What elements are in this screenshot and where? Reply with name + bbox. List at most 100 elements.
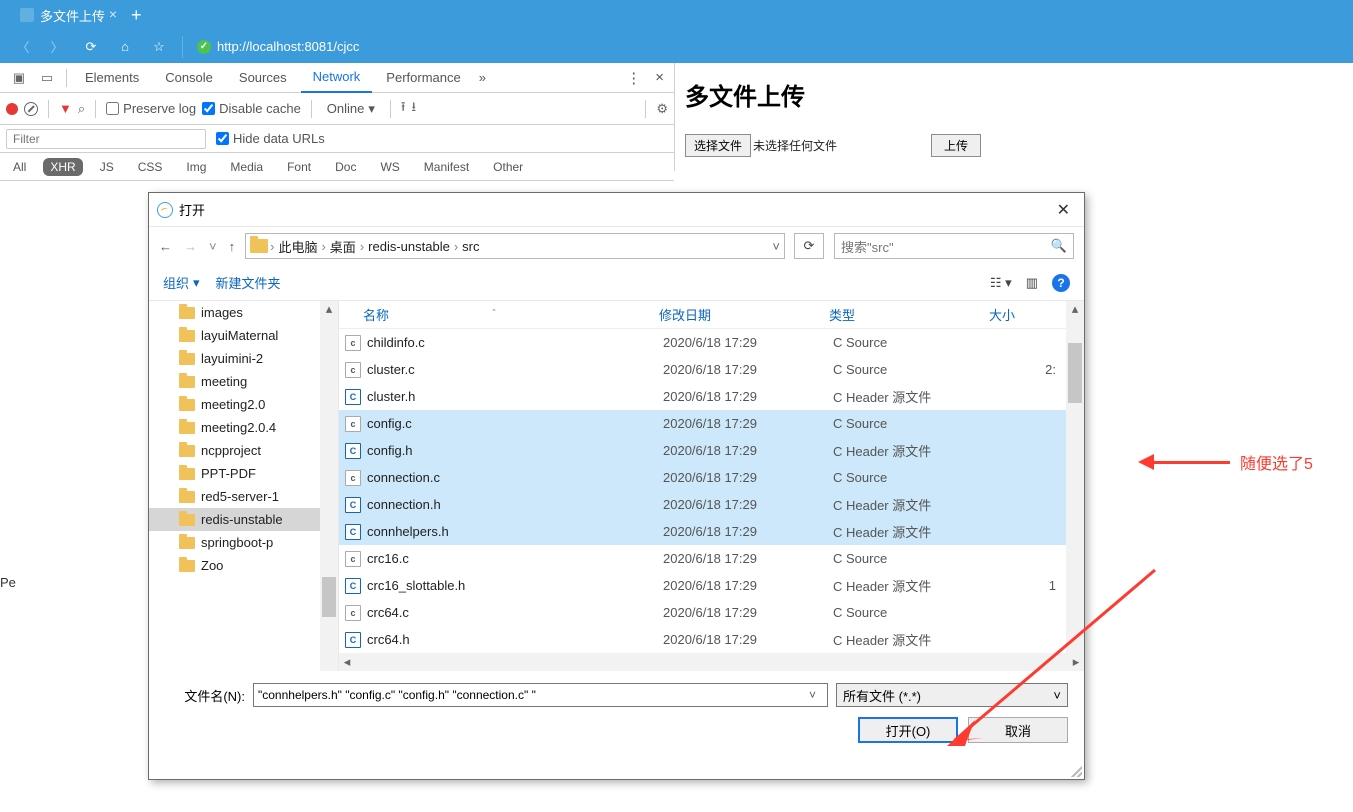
filter-icon[interactable]: ▼ — [59, 101, 72, 116]
clear-button[interactable] — [24, 102, 38, 116]
view-mode-button[interactable]: ☷ ▾ — [990, 275, 1012, 291]
filename-label: 文件名(N): — [165, 686, 245, 705]
folder-item[interactable]: layuimini-2 — [149, 347, 338, 370]
nav-back-icon[interactable]: ← — [159, 239, 172, 254]
nav-up-icon[interactable]: ↑ — [229, 239, 236, 254]
type-filter-all[interactable]: All — [6, 158, 33, 176]
throttling-select[interactable]: Online ▾ — [322, 98, 380, 120]
device-icon[interactable]: ▭ — [34, 64, 60, 92]
browser-tab[interactable]: 多文件上传 × — [12, 0, 123, 30]
reload-button[interactable]: ⟳ — [76, 32, 106, 62]
breadcrumb-bar[interactable]: › 此电脑› 桌面› redis-unstable› src ˅ — [245, 233, 785, 259]
file-row[interactable]: cconnection.c2020/6/18 17:29C Source — [339, 464, 1084, 491]
file-row[interactable]: ccluster.c2020/6/18 17:29C Source2: — [339, 356, 1084, 383]
forward-button[interactable]: 〉 — [42, 32, 72, 62]
file-row[interactable]: Cconnhelpers.h2020/6/18 17:29C Header 源文… — [339, 518, 1084, 545]
tab-elements[interactable]: Elements — [73, 63, 151, 93]
dialog-search-input[interactable]: 搜索"src" 🔍 — [834, 233, 1074, 259]
more-tabs-icon[interactable]: » — [479, 70, 486, 85]
scroll-thumb[interactable] — [322, 577, 336, 617]
dialog-close-icon[interactable]: ✕ — [1051, 198, 1076, 222]
type-filter-other[interactable]: Other — [486, 158, 530, 176]
choose-file-button[interactable]: 选择文件 — [685, 134, 751, 157]
folder-item[interactable]: red5-server-1 — [149, 485, 338, 508]
folder-icon — [179, 491, 195, 503]
resize-grip-icon[interactable] — [1068, 763, 1082, 777]
folder-icon — [179, 422, 195, 434]
ie-icon — [157, 202, 173, 218]
nav-forward-icon[interactable]: → — [184, 239, 197, 254]
network-toolbar: ▼ ⌕ Preserve log Disable cache Online ▾ … — [0, 93, 674, 125]
refresh-button[interactable]: ⟳ — [794, 233, 824, 259]
scroll-left-icon[interactable]: ◂ — [339, 654, 355, 670]
help-icon[interactable]: ? — [1052, 274, 1070, 292]
type-filter-css[interactable]: CSS — [131, 158, 170, 176]
address-bar[interactable]: ✓ http://localhost:8081/cjcc — [197, 39, 359, 54]
type-filter-js[interactable]: JS — [93, 158, 121, 176]
truncated-text: Pe — [0, 575, 16, 590]
favorite-button[interactable]: ☆ — [144, 32, 174, 62]
folder-item[interactable]: meeting2.0.4 — [149, 416, 338, 439]
type-filter-font[interactable]: Font — [280, 158, 318, 176]
tab-console[interactable]: Console — [153, 63, 225, 93]
type-filter-doc[interactable]: Doc — [328, 158, 363, 176]
tab-network[interactable]: Network — [301, 63, 373, 93]
new-tab-button[interactable]: + — [131, 5, 142, 26]
devtools-menu-icon[interactable]: ⋮ — [622, 69, 645, 87]
scroll-up-icon[interactable]: ▴ — [1066, 301, 1084, 317]
file-row[interactable]: cconfig.c2020/6/18 17:29C Source — [339, 410, 1084, 437]
devtools-close-icon[interactable]: × — [651, 69, 668, 86]
tab-close-icon[interactable]: × — [109, 6, 117, 22]
disable-cache-checkbox[interactable]: Disable cache — [202, 101, 301, 116]
home-button[interactable]: ⌂ — [110, 32, 140, 62]
back-button[interactable]: 〈 — [8, 32, 38, 62]
file-row[interactable]: Cconfig.h2020/6/18 17:29C Header 源文件 — [339, 437, 1084, 464]
record-button[interactable] — [6, 103, 18, 115]
folder-item[interactable]: meeting — [149, 370, 338, 393]
folder-item[interactable]: layuiMaternal — [149, 324, 338, 347]
search-icon[interactable]: ⌕ — [78, 101, 85, 117]
folder-item[interactable]: redis-unstable — [149, 508, 338, 531]
scroll-thumb[interactable] — [1068, 343, 1082, 403]
type-filter-xhr[interactable]: XHR — [43, 158, 82, 176]
file-type-icon: C — [345, 578, 361, 594]
folder-item[interactable]: images — [149, 301, 338, 324]
settings-icon[interactable]: ⚙ — [656, 101, 668, 117]
folder-item[interactable]: meeting2.0 — [149, 393, 338, 416]
tree-scrollbar[interactable]: ▴ — [320, 301, 338, 671]
tab-performance[interactable]: Performance — [374, 63, 472, 93]
hide-data-urls-checkbox[interactable]: Hide data URLs — [216, 131, 325, 146]
folder-item[interactable]: ncpproject — [149, 439, 338, 462]
folder-item[interactable]: Zoo — [149, 554, 338, 577]
type-filter-media[interactable]: Media — [223, 158, 270, 176]
export-icon[interactable]: ⭳ — [411, 98, 416, 120]
type-filter-img[interactable]: Img — [179, 158, 213, 176]
preserve-log-checkbox[interactable]: Preserve log — [106, 101, 196, 116]
import-icon[interactable]: ⭱ — [401, 98, 406, 120]
filename-input[interactable]: "connhelpers.h" "config.c" "config.h" "c… — [253, 683, 828, 707]
file-row[interactable]: cchildinfo.c2020/6/18 17:29C Source — [339, 329, 1084, 356]
new-folder-button[interactable]: 新建文件夹 — [216, 273, 281, 292]
chevron-down-icon[interactable]: ˅ — [772, 239, 780, 254]
scroll-up-icon[interactable]: ▴ — [320, 301, 338, 317]
file-row[interactable]: Cconnection.h2020/6/18 17:29C Header 源文件 — [339, 491, 1084, 518]
column-headers[interactable]: 名称＾ 修改日期 类型 大小 — [339, 301, 1084, 329]
file-type-icon: c — [345, 362, 361, 378]
preview-pane-button[interactable]: ▥ — [1026, 275, 1038, 291]
upload-button[interactable]: 上传 — [931, 134, 981, 157]
dialog-toolbar: 组织 ▾ 新建文件夹 ☷ ▾ ▥ ? — [149, 265, 1084, 301]
inspect-icon[interactable]: ▣ — [6, 64, 32, 92]
folder-item[interactable]: PPT-PDF — [149, 462, 338, 485]
type-filter-ws[interactable]: WS — [373, 158, 406, 176]
chevron-down-icon[interactable]: ˅ — [809, 688, 823, 702]
folder-item[interactable]: springboot-p — [149, 531, 338, 554]
type-filter-manifest[interactable]: Manifest — [417, 158, 476, 176]
file-row[interactable]: Ccluster.h2020/6/18 17:29C Header 源文件 — [339, 383, 1084, 410]
filter-row: Hide data URLs — [0, 125, 674, 153]
dialog-nav-row: ← → ˅ ↑ › 此电脑› 桌面› redis-unstable› src ˅… — [149, 227, 1084, 265]
organize-menu[interactable]: 组织 ▾ — [163, 273, 200, 292]
file-type-icon: c — [345, 551, 361, 567]
tab-sources[interactable]: Sources — [227, 63, 299, 93]
nav-recent-icon[interactable]: ˅ — [209, 239, 217, 254]
filter-input[interactable] — [6, 129, 206, 149]
